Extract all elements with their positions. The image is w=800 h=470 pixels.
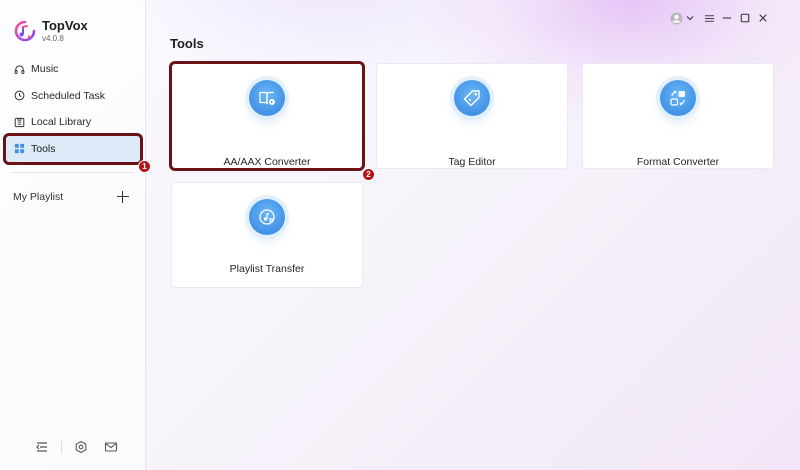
grid-icon [14,143,25,154]
chevron-down-icon [686,16,694,21]
settings-icon[interactable] [74,440,88,454]
sidebar-item-label: Music [31,63,59,75]
user-avatar-icon [670,11,683,25]
tool-card-tag-editor[interactable]: Tag Editor [376,63,568,169]
sidebar-item-tools[interactable]: Tools [3,132,143,165]
maximize-button[interactable] [738,11,752,25]
tool-card-playlist-transfer[interactable]: Playlist Transfer [171,182,363,288]
tag-icon [454,80,490,116]
add-playlist-button[interactable] [117,191,129,203]
step-badge-1: 1 [138,160,151,173]
page-title: Tools [170,36,204,51]
tool-card-label: Playlist Transfer [229,263,305,275]
sidebar-nav: Music Scheduled Task Local Library Tools [3,56,143,165]
app-version: v4.0.8 [42,33,64,43]
sidebar-divider [12,172,134,173]
title-bar-controls [670,10,770,26]
app-name: TopVox [42,17,88,33]
maximize-icon [740,13,750,23]
mail-icon[interactable] [104,440,118,454]
close-icon [759,14,767,22]
tool-card-format-converter[interactable]: Format Converter [582,63,774,169]
my-playlist-label: My Playlist [13,191,64,203]
sidebar-item-label: Scheduled Task [31,89,105,102]
disc-transfer-icon [249,199,285,235]
book-convert-icon [249,80,285,116]
sidebar-item-label: Local Library [31,116,92,128]
sidebar-item-local-library[interactable]: Local Library [6,109,140,135]
brand: TopVox v4.0.8 [14,16,88,46]
sidebar-item-music[interactable]: Music [6,56,140,82]
tool-card-label: Tag Editor [448,156,496,168]
step-badge-2: 2 [362,168,375,181]
my-playlist-row: My Playlist [13,189,129,205]
clock-icon [14,90,25,101]
sidebar-item-label: Tools [31,142,56,155]
folder-icon [14,117,25,128]
app-logo-icon [14,20,36,42]
headphones-icon [14,64,25,75]
tool-card-label: AA/AAX Converter [223,156,311,168]
shapes-convert-icon [660,80,696,116]
menu-button[interactable] [702,11,716,25]
minimize-icon [722,17,732,19]
user-menu-button[interactable] [670,11,694,25]
sidebar-item-scheduled-task[interactable]: Scheduled Task [6,83,140,109]
sidebar: TopVox v4.0.8 Music Scheduled Task Local… [0,0,146,470]
hamburger-icon [704,14,714,22]
sidebar-footer [35,440,118,454]
tool-card-aa-aax-converter[interactable]: AA/AAX Converter [169,61,365,171]
close-button[interactable] [756,11,770,25]
app-window: TopVox v4.0.8 Music Scheduled Task Local… [0,0,800,470]
collapse-sidebar-icon[interactable] [35,440,49,454]
minimize-button[interactable] [720,11,734,25]
footer-separator [61,440,62,454]
tool-card-label: Format Converter [636,156,720,168]
